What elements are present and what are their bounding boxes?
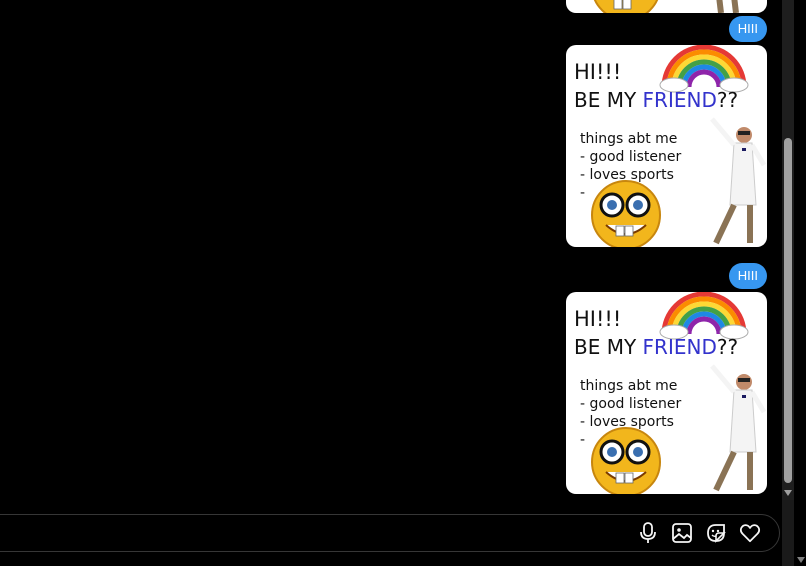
svg-text:things abt me: things abt me — [580, 131, 677, 147]
svg-text:-: - — [580, 185, 585, 201]
meme-image — [593, 0, 739, 13]
svg-text:- good listener: - good listener — [580, 396, 682, 412]
svg-text:- good listener: - good listener — [580, 149, 682, 165]
svg-text:HI!!!: HI!!! — [574, 60, 621, 84]
rainbow-icon — [659, 45, 749, 93]
svg-text:things abt me: things abt me — [580, 378, 677, 394]
svg-text:HI!!!: HI!!! — [574, 307, 621, 331]
meme-image-message[interactable]: HI!!! BE MY FRIEND?? things abt me - goo… — [566, 292, 767, 494]
nerd-emoji-icon — [591, 427, 661, 494]
nerd-emoji-icon — [591, 180, 661, 247]
page-scroll-down-arrow-icon[interactable] — [797, 557, 805, 563]
dancing-man-icon — [710, 364, 767, 492]
scroll-down-arrow-icon[interactable] — [784, 490, 792, 496]
composer-actions — [636, 520, 762, 546]
dm-conversation: HIII HI!!! BE MY FRIEND?? things abt me — [0, 0, 806, 566]
sticker-icon[interactable] — [704, 521, 728, 545]
heart-icon[interactable] — [738, 521, 762, 545]
meme-image-message[interactable]: HI!!! BE MY FRIEND?? things abt me - goo… — [566, 45, 767, 247]
meme-image: HI!!! BE MY FRIEND?? things abt me - goo… — [574, 45, 767, 247]
meme-image: HI!!! BE MY FRIEND?? things abt me - goo… — [574, 292, 767, 494]
svg-text:BE MY FRIEND??: BE MY FRIEND?? — [574, 88, 738, 112]
message-bubble[interactable]: HIII — [728, 16, 767, 42]
thread-scrollbar-thumb[interactable] — [784, 138, 792, 483]
message-bubble[interactable]: HIII — [728, 263, 767, 289]
dancing-man-icon — [710, 117, 767, 245]
rainbow-icon — [659, 292, 749, 340]
meme-image-message[interactable] — [566, 0, 767, 13]
svg-text:-: - — [580, 432, 585, 448]
svg-text:BE MY FRIEND??: BE MY FRIEND?? — [574, 335, 738, 359]
message-thread[interactable]: HIII HI!!! BE MY FRIEND?? things abt me — [0, 0, 782, 505]
page-scroll-track[interactable] — [794, 0, 806, 566]
microphone-icon[interactable] — [636, 521, 660, 545]
image-icon[interactable] — [670, 521, 694, 545]
